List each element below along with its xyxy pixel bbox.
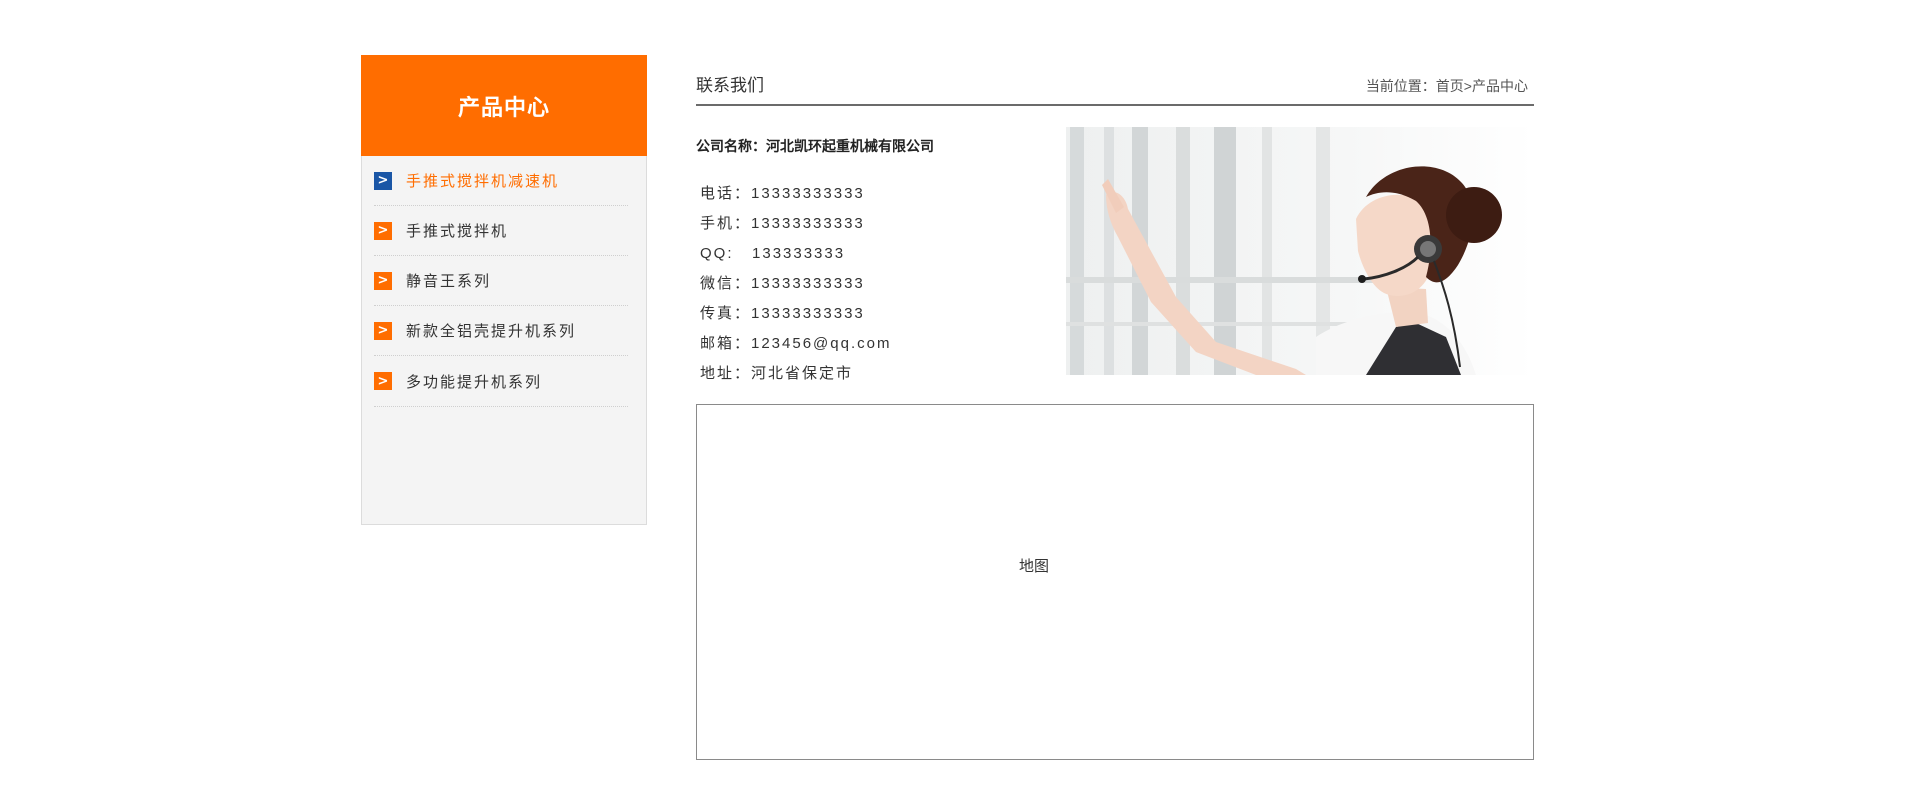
company-name: 公司名称：河北凯环起重机械有限公司	[696, 138, 934, 154]
page: 产品中心 > 手推式搅拌机减速机 > 手推式搅拌机 > 静音王系列 > 新款全铝…	[0, 0, 1920, 792]
contact-fax: 传真：13333333333	[700, 305, 865, 322]
sidebar-item-label: 手推式搅拌机减速机	[406, 173, 560, 190]
contact-phone: 电话：13333333333	[700, 185, 865, 202]
contact-info: 公司名称：河北凯环起重机械有限公司 电话：13333333333 手机：1333…	[696, 106, 1534, 382]
sidebar-header: 产品中心	[361, 55, 647, 156]
map-container[interactable]: 地图	[696, 404, 1534, 760]
contact-email: 邮箱：123456@qq.com	[700, 335, 892, 352]
contact-qq: QQ: 133333333	[700, 245, 846, 262]
sidebar-item-mixer-reducer[interactable]: > 手推式搅拌机减速机	[374, 156, 628, 206]
main-header: 联系我们 当前位置：首页>产品中心	[696, 55, 1534, 106]
sidebar-item-label: 多功能提升机系列	[406, 373, 543, 391]
sidebar: 产品中心 > 手推式搅拌机减速机 > 手推式搅拌机 > 静音王系列 > 新款全铝…	[361, 55, 647, 525]
sidebar-item-aluminum-hoist[interactable]: > 新款全铝壳提升机系列	[374, 306, 628, 356]
customer-service-photo	[1066, 127, 1534, 375]
chevron-right-icon: >	[374, 372, 392, 390]
sidebar-item-mixer[interactable]: > 手推式搅拌机	[374, 206, 628, 256]
contact-list: 电话：13333333333 手机：13333333333 QQ: 133333…	[700, 184, 891, 394]
contact-address: 地址：河北省保定市	[700, 365, 854, 382]
sidebar-title: 产品中心	[457, 94, 550, 120]
chevron-right-icon: >	[374, 171, 392, 190]
contact-wechat: 微信：13333333333	[700, 275, 865, 292]
map-label: 地图	[1019, 558, 1050, 575]
chevron-right-icon: >	[374, 271, 392, 290]
sidebar-item-multifunction-hoist[interactable]: > 多功能提升机系列	[374, 356, 628, 407]
page-title: 联系我们	[696, 76, 764, 95]
chevron-right-icon: >	[374, 321, 392, 340]
main-content: 联系我们 当前位置：首页>产品中心 公司名称：河北凯环起重机械有限公司 电话：1…	[696, 55, 1534, 760]
sidebar-item-label: 手推式搅拌机	[406, 223, 509, 240]
chevron-right-icon: >	[374, 221, 392, 240]
sidebar-item-label: 新款全铝壳提升机系列	[406, 323, 577, 340]
sidebar-item-label: 静音王系列	[406, 273, 492, 290]
contact-mobile: 手机：13333333333	[700, 215, 865, 232]
sidebar-item-silent-series[interactable]: > 静音王系列	[374, 256, 628, 306]
sidebar-list: > 手推式搅拌机减速机 > 手推式搅拌机 > 静音王系列 > 新款全铝壳提升机系…	[362, 156, 646, 407]
breadcrumb[interactable]: 当前位置：首页>产品中心	[1366, 76, 1528, 96]
